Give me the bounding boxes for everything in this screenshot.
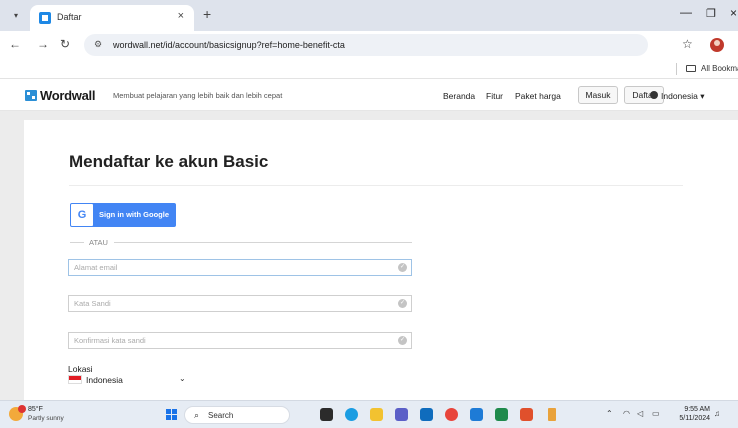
confirm-password-field[interactable]: ✓ — [68, 332, 412, 349]
wordwall-favicon-icon — [39, 12, 51, 24]
check-circle-icon: ✓ — [398, 336, 407, 345]
address-bar[interactable]: ⚙ wordwall.net/id/account/basicsignup?re… — [84, 34, 648, 56]
password-field[interactable]: ✓ — [68, 295, 412, 312]
edge-icon[interactable] — [345, 408, 358, 421]
url-text[interactable]: wordwall.net/id/account/basicsignup?ref=… — [113, 40, 345, 50]
or-label: ATAU — [89, 238, 108, 247]
nav-paket-harga[interactable]: Paket harga — [515, 91, 561, 101]
email-field[interactable]: ✓ — [68, 259, 412, 276]
page-title: Mendaftar ke akun Basic — [69, 152, 269, 171]
windows-start-icon[interactable] — [166, 409, 178, 421]
check-circle-icon: ✓ — [398, 263, 407, 272]
google-g-icon: G — [71, 204, 93, 226]
site-header: Wordwall Membuat pelajaran yang lebih ba… — [0, 79, 738, 111]
chevron-up-icon[interactable]: ⌃ — [606, 409, 613, 418]
password-input[interactable] — [69, 296, 389, 311]
excel-icon[interactable] — [495, 408, 508, 421]
signup-button[interactable]: Daftar — [624, 86, 664, 104]
chevron-down-icon[interactable]: ▾ — [9, 9, 23, 23]
wordwall-logo-icon[interactable] — [25, 90, 37, 101]
taskbar: 85°F Partly sunny ⌕ Search ⌃ ◠ ◁ ▭ 9:55 … — [0, 400, 738, 428]
location-label: Lokasi — [68, 364, 93, 374]
site-tagline: Membuat pelajaran yang lebih baik dan le… — [113, 91, 283, 100]
location-select[interactable]: Indonesia ⌄ — [68, 374, 190, 386]
login-button[interactable]: Masuk — [578, 86, 618, 104]
taskbar-search[interactable]: ⌕ Search — [184, 406, 290, 424]
browser-toolbar: ← → ↻ ⚙ wordwall.net/id/account/basicsig… — [0, 31, 738, 59]
app-pin-icon[interactable] — [548, 408, 556, 421]
task-view-icon[interactable] — [320, 408, 333, 421]
email-input[interactable] — [69, 260, 389, 275]
battery-icon[interactable]: ▭ — [652, 409, 660, 418]
bookmarks-bar: All Bookmarks — [0, 59, 738, 79]
teams-icon[interactable] — [395, 408, 408, 421]
folder-icon[interactable] — [686, 65, 696, 72]
or-divider-left — [70, 242, 84, 243]
browser-tabstrip: ▾ Daftar × + — ❐ × — [0, 0, 738, 31]
site-logo[interactable]: Wordwall — [40, 88, 95, 103]
new-tab-plus-icon[interactable]: + — [203, 6, 211, 22]
tune-icon[interactable]: ⚙ — [94, 39, 102, 50]
chrome-icon[interactable] — [445, 408, 458, 421]
chevron-down-icon: ⌄ — [179, 374, 186, 383]
check-circle-icon: ✓ — [398, 299, 407, 308]
wifi-icon[interactable]: ◠ — [623, 409, 630, 418]
search-icon: ⌕ — [194, 410, 200, 420]
globe-icon — [650, 91, 658, 99]
star-icon[interactable]: ☆ — [682, 37, 693, 51]
clock-date[interactable]: 5/11/2024 — [670, 415, 710, 422]
forward-arrow-icon[interactable]: → — [37, 37, 49, 51]
weather-condition[interactable]: Partly sunny — [28, 415, 64, 422]
nav-fitur[interactable]: Fitur — [486, 91, 503, 101]
language-selector[interactable]: Indonesia ▾ — [661, 91, 705, 102]
confirm-password-input[interactable] — [69, 333, 389, 348]
or-divider-right — [114, 242, 412, 243]
close-icon[interactable]: × — [178, 10, 184, 22]
window-close-icon[interactable]: × — [730, 6, 737, 20]
indonesia-flag-icon — [68, 375, 82, 384]
reload-icon[interactable]: ↻ — [60, 37, 70, 51]
language-label: Indonesia — [661, 91, 698, 101]
restore-icon[interactable]: ❐ — [706, 7, 716, 20]
notification-bell-icon[interactable]: ♫ — [714, 409, 720, 418]
file-explorer-icon[interactable] — [370, 408, 383, 421]
nav-beranda[interactable]: Beranda — [443, 91, 475, 101]
weather-temperature[interactable]: 85°F — [28, 406, 43, 413]
location-value: Indonesia — [86, 375, 123, 385]
mail-icon[interactable] — [420, 408, 433, 421]
title-divider — [69, 185, 683, 186]
tab-title: Daftar — [57, 12, 82, 22]
weather-alert-badge — [18, 405, 26, 413]
word-icon[interactable] — [470, 408, 483, 421]
minimize-icon[interactable]: — — [680, 5, 692, 19]
google-signin-label: Sign in with Google — [99, 210, 169, 219]
bookmarks-divider — [676, 63, 677, 75]
clock-time[interactable]: 9:55 AM — [676, 406, 710, 413]
all-bookmarks-link[interactable]: All Bookmarks — [701, 64, 738, 73]
profile-avatar[interactable] — [710, 38, 724, 52]
browser-tab-daftar[interactable]: Daftar × — [30, 5, 194, 31]
back-arrow-icon[interactable]: ← — [9, 37, 21, 51]
google-signin-button[interactable]: G Sign in with Google — [70, 203, 176, 227]
media-icon[interactable] — [520, 408, 533, 421]
taskbar-search-label: Search — [208, 411, 234, 420]
volume-icon[interactable]: ◁ — [637, 409, 643, 418]
